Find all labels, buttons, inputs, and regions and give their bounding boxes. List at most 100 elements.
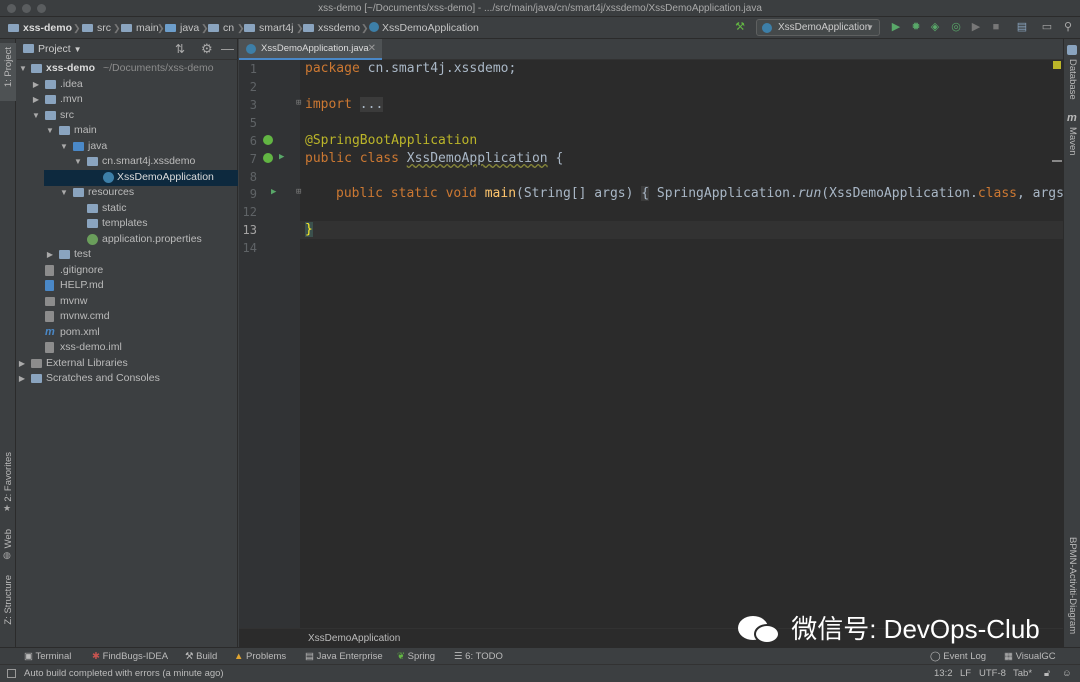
line-separator[interactable]: LF: [960, 665, 971, 682]
problems-tool-button[interactable]: ▲ Problems: [234, 648, 286, 665]
chevron-right-icon[interactable]: ▶: [31, 77, 41, 93]
chevron-right-icon: ❯: [361, 23, 369, 33]
coverage-icon[interactable]: ◈: [928, 20, 942, 35]
chevron-down-icon[interactable]: ▼: [73, 154, 83, 170]
file-encoding[interactable]: UTF-8: [979, 665, 1006, 682]
lock-icon[interactable]: 🔓︎: [1044, 665, 1050, 682]
toggle-tool-windows-icon[interactable]: [7, 669, 16, 678]
spring-bean-gutter-icon[interactable]: [263, 135, 273, 145]
tree-item-main[interactable]: ▼ main: [17, 123, 238, 139]
build-tool-button[interactable]: ⚒ Build: [185, 648, 217, 665]
spring-bean-gutter-icon[interactable]: [263, 153, 273, 163]
tree-item-application-properties[interactable]: application.properties: [17, 232, 238, 248]
hide-panel-icon[interactable]: —: [221, 41, 234, 56]
indent-setting[interactable]: Tab*: [1013, 665, 1032, 682]
close-window-button[interactable]: [7, 4, 16, 13]
tree-item-src[interactable]: ▼ src: [17, 108, 238, 124]
window-title: xss-demo [~/Documents/xss-demo] - .../sr…: [318, 3, 762, 14]
folded-imports[interactable]: ...: [359, 97, 384, 112]
run-next-icon[interactable]: ▶: [969, 20, 983, 35]
profile-icon[interactable]: ◎: [949, 20, 963, 35]
maven-tool-label[interactable]: Maven: [1067, 127, 1078, 156]
tree-item-xssdemoapplication[interactable]: XssDemoApplication: [44, 170, 238, 186]
spring-tool-button[interactable]: ❦ Spring: [397, 648, 435, 665]
chevron-right-icon[interactable]: ▶: [45, 247, 55, 263]
visualgc-tool-button[interactable]: ▦ VisualGC: [1004, 648, 1056, 665]
terminal-tool-button[interactable]: ▣ Terminal: [24, 648, 71, 665]
inspection-indicator-icon[interactable]: [1053, 61, 1061, 69]
tab-xssdemoapplication-java[interactable]: XssDemoApplication.java ✕: [239, 39, 382, 60]
visualgc-icon: ▦: [1004, 651, 1013, 662]
stop-icon[interactable]: ■: [989, 20, 1003, 35]
run-icon[interactable]: ▶: [889, 20, 903, 35]
tree-item-gitignore[interactable]: .gitignore: [17, 263, 238, 279]
tree-item-help-md[interactable]: HELP.md: [17, 278, 238, 294]
structure-tool-label[interactable]: Z: Structure: [3, 575, 14, 625]
chevron-down-icon[interactable]: ▼: [31, 108, 41, 124]
fold-icon[interactable]: ⊞: [296, 98, 301, 108]
tree-item-package[interactable]: ▼ cn.smart4j.xssdemo: [17, 154, 238, 170]
tree-item-scratches[interactable]: ▶ Scratches and Consoles: [17, 371, 238, 387]
editor-breadcrumb[interactable]: XssDemoApplication: [308, 629, 400, 648]
breadcrumb-cn[interactable]: cn: [208, 17, 234, 39]
chevron-right-icon[interactable]: ▶: [31, 92, 41, 108]
breadcrumb-main[interactable]: main: [121, 17, 159, 39]
tree-item-mvnw[interactable]: mvnw: [17, 294, 238, 310]
close-icon[interactable]: ✕: [368, 39, 376, 58]
tree-item-project-root[interactable]: ▼ xss-demo ~/Documents/xss-demo: [17, 61, 238, 77]
code-editor[interactable]: 1 2 3 5 6 7 8 9 12 13 14 ▶ ▶ ⊞ ⊞ package…: [239, 60, 1072, 628]
tree-item-templates[interactable]: templates: [17, 216, 238, 232]
tree-item-static[interactable]: static: [17, 201, 238, 217]
favorites-tool-label[interactable]: 2: Favorites: [3, 452, 14, 502]
status-message[interactable]: Auto build completed with errors (a minu…: [24, 665, 224, 682]
todo-tool-button[interactable]: ☰ 6: TODO: [454, 648, 503, 665]
tree-item-mvnw-cmd[interactable]: mvnw.cmd: [17, 309, 238, 325]
search-icon[interactable]: ⚲: [1061, 20, 1075, 35]
fold-icon[interactable]: ⊞: [296, 187, 301, 197]
presentation-icon[interactable]: ▭: [1040, 20, 1054, 35]
java-enterprise-tool-button[interactable]: ▤ Java Enterprise: [305, 648, 383, 665]
tree-item-resources[interactable]: ▼ resources: [17, 185, 238, 201]
gear-icon[interactable]: ⚙: [201, 41, 213, 57]
chevron-down-icon[interactable]: ▼: [59, 185, 69, 201]
project-view-select[interactable]: Project ▼: [38, 39, 82, 60]
minimize-window-button[interactable]: [22, 4, 31, 13]
maven-icon: m: [1067, 112, 1077, 124]
project-tool-label[interactable]: 1: Project: [3, 47, 14, 87]
tree-item-iml[interactable]: xss-demo.iml: [17, 340, 238, 356]
code-line-9: public static void main(String[] args) {…: [336, 186, 1072, 201]
tree-item-pom-xml[interactable]: m pom.xml: [17, 325, 238, 341]
breadcrumb-java[interactable]: java: [165, 17, 199, 39]
zoom-window-button[interactable]: [37, 4, 46, 13]
run-gutter-icon[interactable]: ▶: [271, 187, 276, 197]
tree-item-external-libraries[interactable]: ▶ External Libraries: [17, 356, 238, 372]
breadcrumb-xssdemo[interactable]: xssdemo: [303, 17, 360, 39]
breadcrumb-project[interactable]: xss-demo: [8, 17, 72, 39]
project-structure-icon[interactable]: ▤: [1015, 20, 1029, 35]
tree-item-idea[interactable]: ▶ .idea: [17, 77, 238, 93]
tree-item-java[interactable]: ▼ java: [17, 139, 238, 155]
chevron-down-icon[interactable]: ▼: [45, 123, 55, 139]
chevron-right-icon[interactable]: ▶: [17, 371, 27, 387]
web-tool-label[interactable]: Web: [3, 529, 14, 548]
tree-item-test[interactable]: ▶ test: [17, 247, 238, 263]
chevron-down-icon[interactable]: ▼: [18, 61, 28, 77]
bpmn-tool-label[interactable]: BPMN-Activiti-Diagram: [1067, 537, 1078, 634]
build-hammer-icon[interactable]: ⚒: [733, 20, 747, 35]
breadcrumb-class[interactable]: XssDemoApplication: [369, 17, 479, 39]
chevron-down-icon[interactable]: ▼: [59, 139, 69, 155]
scratches-icon: [31, 374, 42, 383]
database-tool-label[interactable]: Database: [1067, 59, 1078, 100]
run-configuration-select[interactable]: XssDemoApplication ▼: [756, 19, 880, 36]
chevron-right-icon[interactable]: ▶: [17, 356, 27, 372]
tree-item-mvn[interactable]: ▶ .mvn: [17, 92, 238, 108]
caret-position[interactable]: 13:2: [934, 665, 953, 682]
inspector-icon[interactable]: ☺: [1062, 665, 1072, 682]
debug-icon[interactable]: ✹: [909, 20, 923, 35]
findbugs-tool-button[interactable]: ✱ FindBugs-IDEA: [92, 648, 168, 665]
breadcrumb-src[interactable]: src: [82, 17, 111, 39]
breadcrumb-smart4j[interactable]: smart4j: [244, 17, 293, 39]
run-gutter-icon[interactable]: ▶: [279, 152, 284, 162]
collapse-all-icon[interactable]: ⇅: [175, 42, 185, 56]
event-log-tool-button[interactable]: ◯ Event Log: [930, 648, 986, 665]
